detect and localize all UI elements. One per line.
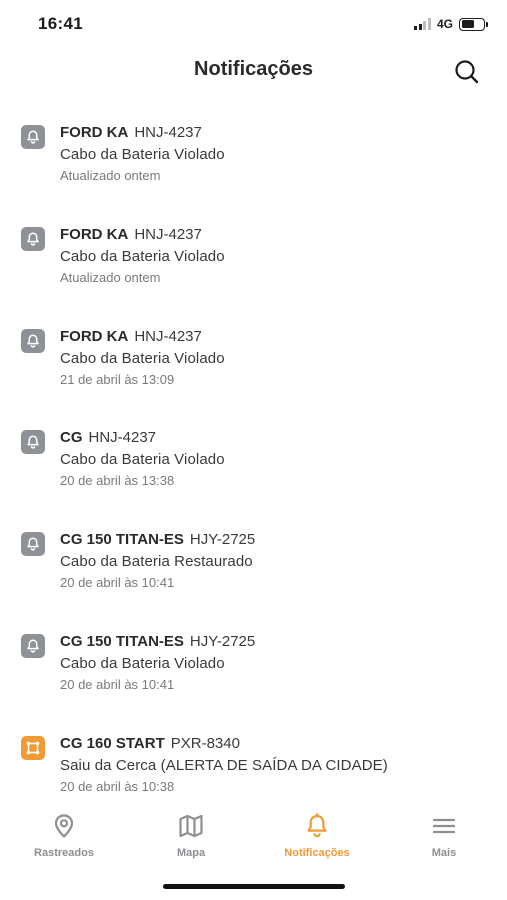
notification-message: Saiu da Cerca (ALERTA DE SAÍDA DA CIDADE… [60, 757, 388, 774]
vehicle-name: FORD KA [60, 226, 129, 243]
notification-message: Cabo da Bateria Violado [60, 350, 225, 367]
notification-time: 20 de abril às 13:38 [60, 473, 175, 488]
notification-item[interactable]: FORD KA HNJ-4237 Cabo da Bateria Violado … [0, 222, 507, 302]
notification-item[interactable]: FORD KA HNJ-4237 Cabo da Bateria Violado … [0, 120, 507, 200]
bell-icon [21, 430, 45, 454]
vehicle-name: CG 150 TITAN-ES [60, 633, 184, 650]
page-title: Notificações [194, 58, 313, 80]
status-time: 16:41 [38, 14, 83, 33]
notification-time: 21 de abril às 13:09 [60, 372, 175, 387]
tab-mais[interactable]: Mais [389, 812, 499, 859]
battery-level [461, 20, 475, 28]
vehicle-plate: HNJ-4237 [134, 124, 202, 141]
location-pin-icon [54, 814, 74, 838]
notification-time: Atualizado ontem [60, 270, 161, 285]
tab-label: Rastreados [34, 847, 94, 859]
status-bar: 16:41 4G [0, 0, 507, 50]
notification-item[interactable]: FORD KA HNJ-4237 Cabo da Bateria Violado … [0, 324, 507, 404]
notification-item[interactable]: CG 150 TITAN-ES HJY-2725 Cabo da Bateria … [0, 527, 507, 607]
vehicle-plate: PXR-8340 [170, 735, 240, 752]
bell-icon [21, 125, 45, 149]
notification-message: Cabo da Bateria Violado [60, 655, 225, 672]
navigation-bar: Notificações [0, 50, 507, 94]
signal-icon [414, 18, 431, 30]
tab-label: Notificações [284, 847, 350, 859]
menu-icon [432, 818, 456, 834]
bell-icon [21, 227, 45, 251]
tab-rastreados[interactable]: Rastreados [9, 812, 119, 859]
vehicle-plate: HNJ-4237 [134, 226, 202, 243]
geofence-icon [21, 736, 45, 760]
notification-time: 20 de abril às 10:41 [60, 677, 175, 692]
map-icon [179, 814, 203, 838]
home-indicator[interactable] [163, 884, 345, 889]
bell-icon [21, 634, 45, 658]
notification-item[interactable]: CG 150 TITAN-ES HJY-2725 Cabo da Bateria … [0, 629, 507, 709]
vehicle-name: FORD KA [60, 328, 129, 345]
notification-time: 20 de abril às 10:38 [60, 779, 175, 794]
notification-item[interactable]: CG HNJ-4237 Cabo da Bateria Violado 20 de… [0, 425, 507, 505]
vehicle-plate: HNJ-4237 [88, 429, 157, 446]
tab-label: Mapa [176, 847, 206, 859]
vehicle-name: FORD KA [60, 124, 129, 141]
network-label: 4G [436, 17, 453, 31]
battery-icon [459, 17, 488, 31]
notification-item[interactable]: CG 160 START PXR-8340 Saiu da Cerca (ALER… [0, 731, 507, 811]
bell-icon [21, 532, 45, 556]
notification-time: Atualizado ontem [60, 168, 161, 183]
bell-icon [21, 329, 45, 353]
notification-message: Cabo da Bateria Violado [60, 248, 225, 265]
vehicle-plate: HJY-2725 [189, 633, 256, 650]
tab-notificacoes[interactable]: Notificações [262, 812, 372, 859]
vehicle-name: CG [60, 429, 83, 446]
vehicle-plate: HNJ-4237 [134, 328, 202, 345]
tab-bar: Rastreados Mapa Notificações Mais [0, 812, 507, 872]
notification-message: Cabo da Bateria Restaurado [60, 553, 253, 570]
notification-message: Cabo da Bateria Violado [60, 146, 225, 163]
status-indicators: 4G [414, 17, 488, 31]
tab-mapa[interactable]: Mapa [136, 812, 246, 859]
vehicle-plate: HJY-2725 [189, 531, 256, 548]
tab-label: Mais [431, 847, 457, 859]
vehicle-name: CG 160 START [60, 735, 165, 752]
search-button[interactable] [453, 58, 481, 86]
search-icon [455, 60, 479, 84]
notification-message: Cabo da Bateria Violado [60, 451, 225, 468]
vehicle-name: CG 150 TITAN-ES [60, 531, 184, 548]
bell-icon [307, 813, 327, 838]
notification-time: 20 de abril às 10:41 [60, 575, 175, 590]
